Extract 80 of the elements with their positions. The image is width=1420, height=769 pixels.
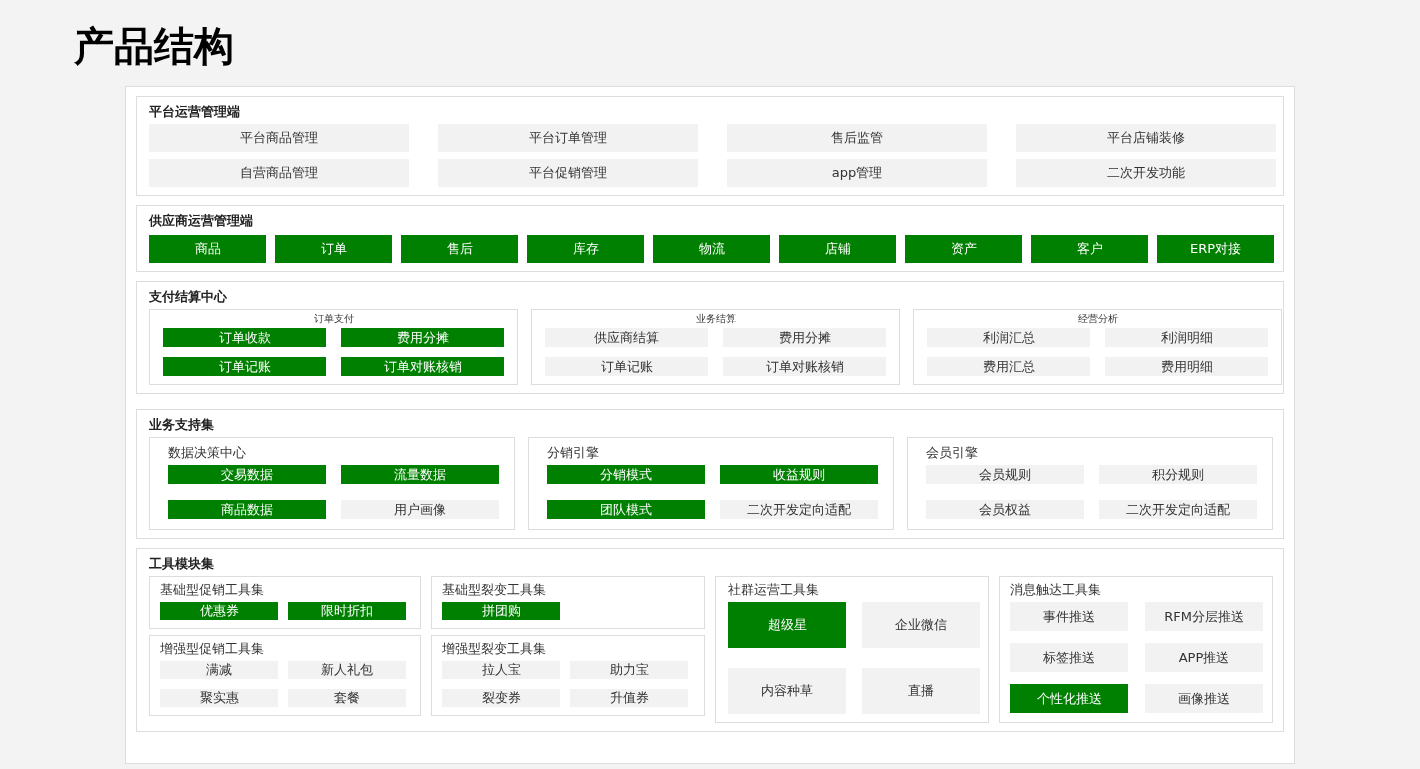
module-tile: 用户画像 <box>341 500 499 519</box>
module-tile: 二次开发定向适配 <box>1099 500 1257 519</box>
module-tile: 订单对账核销 <box>723 357 886 376</box>
module-tile: 订单记账 <box>545 357 708 376</box>
module-tile: 物流 <box>653 235 770 263</box>
module-tile: 限时折扣 <box>288 602 406 620</box>
group-title: 业务结算 <box>695 312 736 326</box>
module-tile: 订单对账核销 <box>341 357 504 376</box>
module-tile: 二次开发功能 <box>1016 159 1276 187</box>
group-title: 经营分析 <box>1077 312 1118 326</box>
module-tile: 售后监管 <box>727 124 987 152</box>
module-tile: 画像推送 <box>1145 684 1263 713</box>
section-title: 支付结算中心 <box>149 288 227 306</box>
module-tile: 订单 <box>275 235 392 263</box>
group-title: 社群运营工具集 <box>728 581 819 599</box>
module-tile: 平台店铺装修 <box>1016 124 1276 152</box>
section-title: 平台运营管理端 <box>149 103 240 121</box>
module-tile: 积分规则 <box>1099 465 1257 484</box>
module-tile: 自营商品管理 <box>149 159 409 187</box>
module-tile: RFM分层推送 <box>1145 602 1263 631</box>
group-title: 基础型促销工具集 <box>160 581 264 599</box>
module-tile: 企业微信 <box>862 602 980 648</box>
module-tile: 资产 <box>905 235 1022 263</box>
module-tile: 聚实惠 <box>160 689 278 707</box>
module-tile: 利润汇总 <box>927 328 1090 347</box>
module-tile: 分销模式 <box>547 465 705 484</box>
module-tile: 平台促销管理 <box>438 159 698 187</box>
module-tile: 事件推送 <box>1010 602 1128 631</box>
module-tile: 拼团购 <box>442 602 560 620</box>
module-tile: 库存 <box>527 235 644 263</box>
module-tile: 会员权益 <box>926 500 1084 519</box>
module-tile: 会员规则 <box>926 465 1084 484</box>
module-tile: 费用分摊 <box>723 328 886 347</box>
module-tile: 利润明细 <box>1105 328 1268 347</box>
module-tile: 订单记账 <box>163 357 326 376</box>
group-title: 订单支付 <box>313 312 354 326</box>
group-title: 增强型裂变工具集 <box>442 640 546 658</box>
module-tile: 满减 <box>160 661 278 679</box>
section-title: 工具模块集 <box>149 555 214 573</box>
module-tile: 超级星 <box>728 602 846 648</box>
module-tile: 团队模式 <box>547 500 705 519</box>
module-tile: 售后 <box>401 235 518 263</box>
module-tile: 内容种草 <box>728 668 846 714</box>
module-tile: 费用汇总 <box>927 357 1090 376</box>
group-title: 增强型促销工具集 <box>160 640 264 658</box>
section-title: 供应商运营管理端 <box>149 212 253 230</box>
module-tile: 升值券 <box>570 689 688 707</box>
module-tile: 客户 <box>1031 235 1148 263</box>
module-tile: 套餐 <box>288 689 406 707</box>
module-tile: 商品数据 <box>168 500 326 519</box>
module-tile: 个性化推送 <box>1010 684 1128 713</box>
module-tile: 拉人宝 <box>442 661 560 679</box>
module-tile: 标签推送 <box>1010 643 1128 672</box>
module-tile: 平台订单管理 <box>438 124 698 152</box>
module-tile: 店铺 <box>779 235 896 263</box>
module-tile: 交易数据 <box>168 465 326 484</box>
module-tile: 平台商品管理 <box>149 124 409 152</box>
module-tile: 费用明细 <box>1105 357 1268 376</box>
module-tile: 商品 <box>149 235 266 263</box>
group-title: 基础型裂变工具集 <box>442 581 546 599</box>
group-title: 会员引擎 <box>926 444 978 462</box>
group-title: 分销引擎 <box>547 444 599 462</box>
module-tile: 供应商结算 <box>545 328 708 347</box>
module-tile: 收益规则 <box>720 465 878 484</box>
module-tile: 新人礼包 <box>288 661 406 679</box>
module-tile: 优惠券 <box>160 602 278 620</box>
module-tile: 助力宝 <box>570 661 688 679</box>
module-tile: 费用分摊 <box>341 328 504 347</box>
module-tile: 裂变券 <box>442 689 560 707</box>
module-tile: APP推送 <box>1145 643 1263 672</box>
page-title: 产品结构 <box>74 22 234 70</box>
module-tile: 二次开发定向适配 <box>720 500 878 519</box>
group-title: 消息触达工具集 <box>1010 581 1101 599</box>
module-tile: 直播 <box>862 668 980 714</box>
module-tile: 流量数据 <box>341 465 499 484</box>
module-tile: 订单收款 <box>163 328 326 347</box>
module-tile: ERP对接 <box>1157 235 1274 263</box>
module-tile: app管理 <box>727 159 987 187</box>
section-title: 业务支持集 <box>149 416 214 434</box>
group-title: 数据决策中心 <box>168 444 246 462</box>
